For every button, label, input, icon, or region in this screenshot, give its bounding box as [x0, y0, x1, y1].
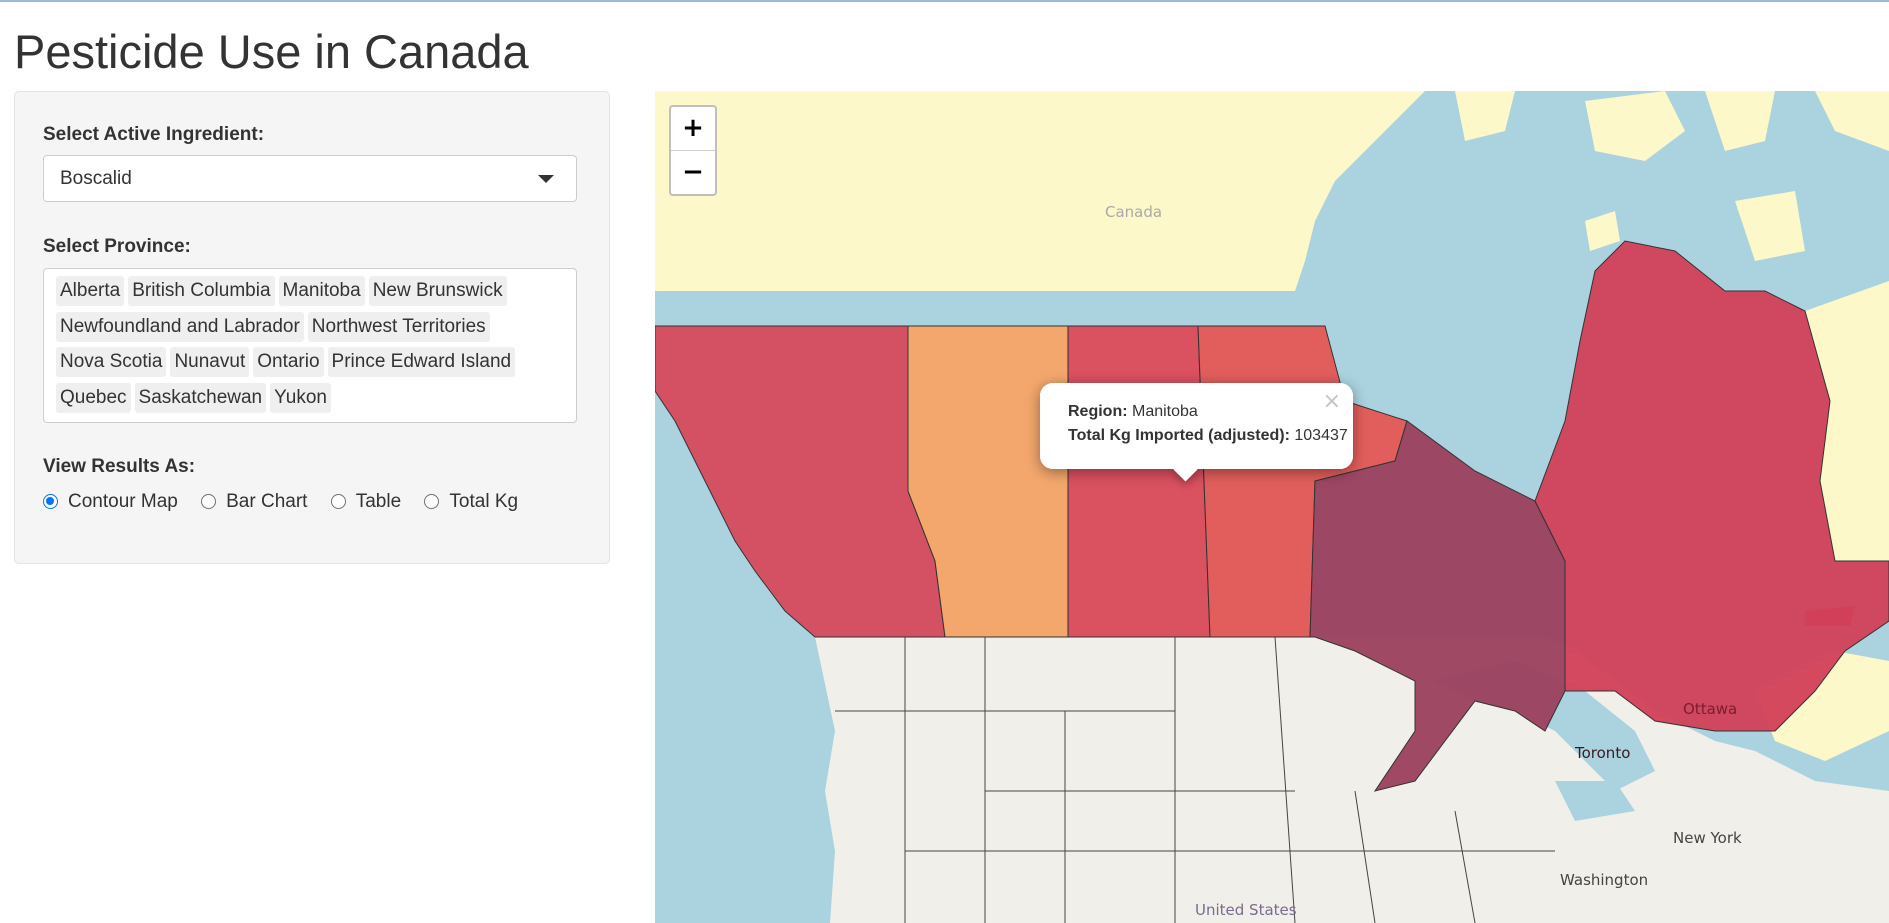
map-label-toronto: Toronto [1574, 744, 1630, 762]
popup-region-label: Region: [1068, 403, 1128, 420]
province-chip[interactable]: British Columbia [128, 276, 275, 306]
map-label-washington: Washington [1560, 871, 1648, 889]
province-chip[interactable]: Newfoundland and Labrador [56, 311, 304, 342]
northern-island [1585, 211, 1620, 251]
popup-kg-value: 103437 [1294, 427, 1348, 444]
top-border [0, 0, 1889, 2]
map-label-united-states: United States [1195, 901, 1297, 919]
popup-region-value: Manitoba [1132, 403, 1198, 420]
popup-kg-label: Total Kg Imported (adjusted): [1068, 427, 1290, 444]
close-icon[interactable]: × [1323, 389, 1341, 414]
radio-checked-icon[interactable] [43, 494, 58, 509]
region-popup: × Region: Manitoba Total Kg Imported (ad… [1040, 383, 1353, 482]
map-label-new-york: New York [1673, 829, 1742, 847]
ingredient-select[interactable]: Boscalid [43, 155, 577, 202]
radio-unchecked-icon[interactable] [330, 494, 346, 509]
caret-down-icon[interactable] [538, 175, 554, 183]
ingredient-label: Select Active Ingredient: [43, 124, 265, 145]
view-results-label: View Results As: [43, 456, 196, 477]
view-results-radio-group: Contour Map Bar Chart Table Total Kg [43, 491, 536, 513]
province-chip[interactable]: Manitoba [278, 276, 365, 306]
zoom-in-button[interactable]: + [671, 107, 715, 151]
northern-island [1705, 91, 1775, 151]
province-chip[interactable]: Saskatchewan [134, 383, 267, 414]
map-view[interactable]: Canada Ottawa Toronto New York Washingto… [655, 91, 1889, 923]
province-chip[interactable]: Prince Edward Island [327, 347, 516, 378]
province-chip[interactable]: New Brunswick [368, 276, 507, 306]
zoom-out-button[interactable]: − [671, 151, 715, 194]
ingredient-selected-value: Boscalid [60, 168, 132, 189]
province-chip[interactable]: Northwest Territories [307, 311, 490, 342]
northern-island [1455, 91, 1515, 141]
province-chip[interactable]: Nova Scotia [56, 347, 167, 378]
radio-unchecked-icon[interactable] [424, 494, 440, 509]
province-chip[interactable]: Quebec [56, 383, 131, 414]
radio-label: Table [355, 491, 402, 512]
map-label-canada: Canada [1105, 203, 1162, 221]
radio-table[interactable]: Table [330, 491, 402, 513]
popup-content: × Region: Manitoba Total Kg Imported (ad… [1040, 383, 1353, 469]
radio-label: Total Kg [449, 491, 519, 512]
northern-island [1815, 91, 1889, 151]
radio-bar-chart[interactable]: Bar Chart [201, 491, 307, 513]
northern-island [1735, 191, 1805, 261]
province-chip[interactable]: Nunavut [170, 347, 250, 378]
province-chip[interactable]: Yukon [270, 383, 331, 414]
radio-contour-map[interactable]: Contour Map [43, 491, 178, 513]
province-chip[interactable]: Ontario [253, 347, 324, 378]
popup-region-line: Region: Manitoba [1068, 403, 1198, 421]
radio-label: Bar Chart [226, 491, 308, 512]
radio-total-kg[interactable]: Total Kg [424, 491, 518, 513]
popup-kg-line: Total Kg Imported (adjusted): 103437 [1068, 427, 1348, 445]
northern-island [1585, 91, 1685, 161]
province-label: Select Province: [43, 236, 191, 257]
canada-north-land [655, 91, 1425, 291]
map-label-ottawa: Ottawa [1683, 700, 1737, 718]
radio-unchecked-icon[interactable] [201, 494, 217, 509]
province-chip[interactable]: Alberta [56, 276, 125, 306]
province-british-columbia[interactable] [655, 325, 946, 638]
sidebar-panel: Select Active Ingredient: Boscalid Selec… [14, 91, 610, 564]
province-saskatchewan[interactable] [1067, 325, 1211, 638]
radio-label: Contour Map [68, 491, 178, 512]
page-title: Pesticide Use in Canada [14, 25, 529, 78]
zoom-control: + − [669, 105, 717, 196]
map-canvas: Canada Ottawa Toronto New York Washingto… [655, 91, 1889, 923]
province-multiselect[interactable]: Alberta British Columbia Manitoba New Bruns… [43, 268, 577, 423]
